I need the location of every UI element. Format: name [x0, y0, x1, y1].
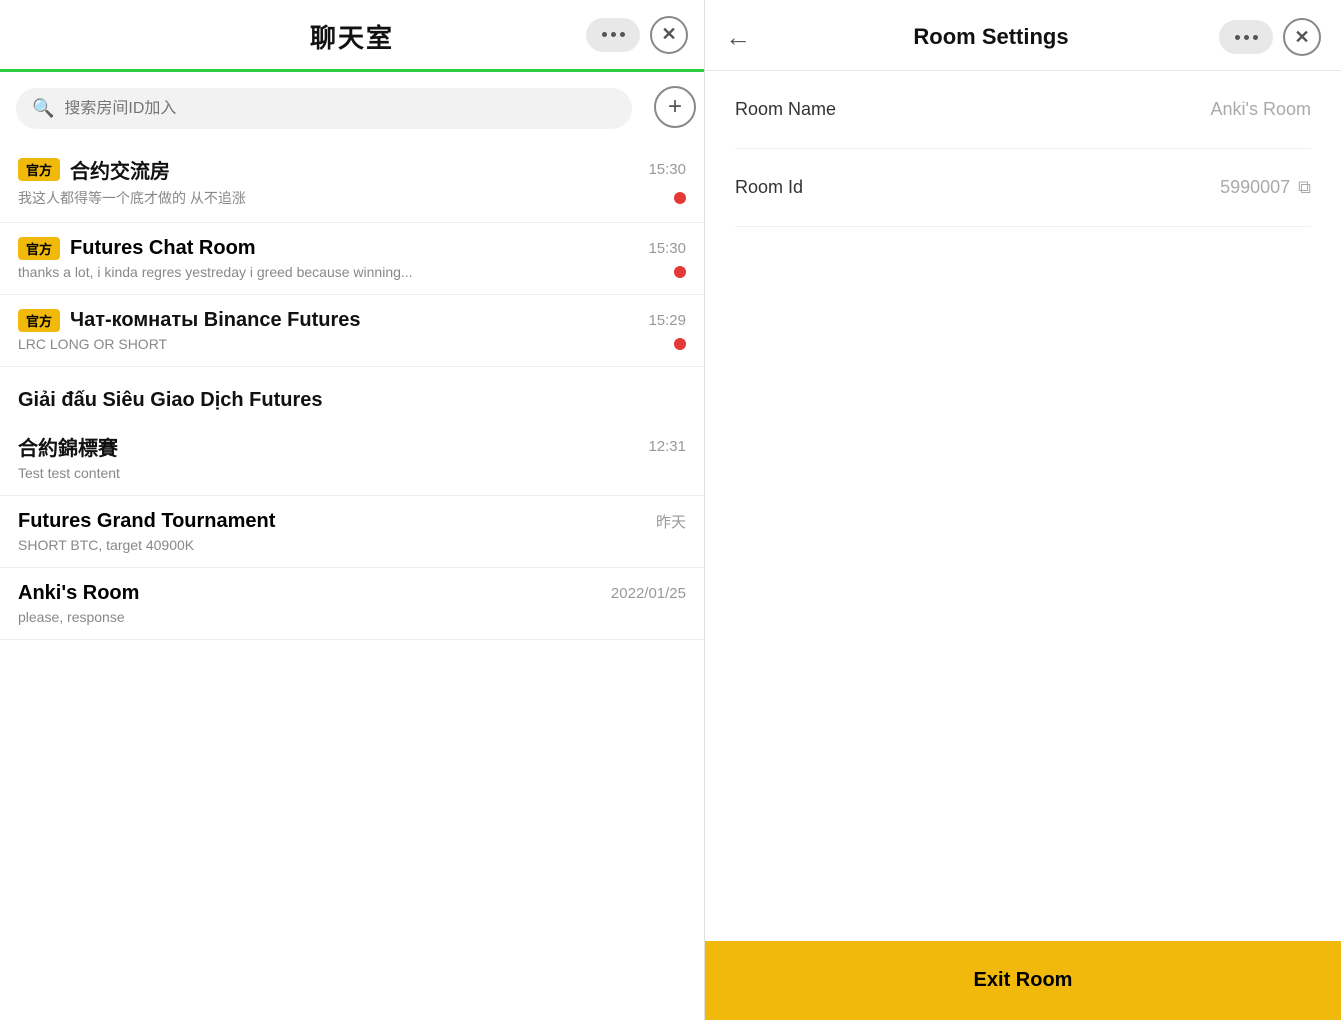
tournament-time-1: 昨天 [656, 511, 686, 532]
tournament-name-2: Anki's Room [18, 582, 139, 605]
room-name-row-1: 官方 Futures Chat Room [18, 237, 256, 260]
search-input[interactable] [64, 100, 616, 118]
tournament-top-row-2: Anki's Room 2022/01/25 [18, 582, 686, 605]
room-name-1: Futures Chat Room [70, 237, 256, 260]
left-panel-title: 聊天室 [310, 18, 394, 55]
left-header-actions: ✕ [586, 16, 688, 54]
dot3 [620, 32, 625, 37]
tournament-room-1[interactable]: Futures Grand Tournament 昨天 SHORT BTC, t… [0, 496, 704, 568]
room-preview-2: LRC LONG OR SHORT [18, 336, 167, 352]
room-top-row-2: 官方 Чат-комнаты Binance Futures 15:29 [18, 309, 686, 332]
room-top-row-1: 官方 Futures Chat Room 15:30 [18, 237, 686, 260]
tournament-bottom-row-0: Test test content [18, 465, 686, 481]
official-badge-2: 官方 [18, 309, 60, 332]
tournament-top-row-1: Futures Grand Tournament 昨天 [18, 510, 686, 533]
search-icon: 🔍 [32, 98, 54, 119]
left-header: 聊天室 ✕ [0, 0, 704, 72]
room-time-0: 15:30 [648, 161, 686, 178]
tournament-room-0[interactable]: 合約錦標賽 12:31 Test test content [0, 418, 704, 496]
room-name-setting: Room Name Anki's Room [735, 71, 1311, 149]
right-close-button[interactable]: ✕ [1283, 18, 1321, 56]
settings-content: Room Name Anki's Room Room Id 5990007 ⧉ [705, 71, 1341, 1020]
unread-dot-0 [674, 192, 686, 204]
search-bar: 🔍 [16, 88, 632, 129]
right-header: ← Room Settings ✕ [705, 0, 1341, 71]
room-item-0[interactable]: 官方 合约交流房 15:30 我这人都得等一个底才做的 从不追涨 [0, 141, 704, 223]
tournament-time-2: 2022/01/25 [611, 585, 686, 602]
rdot2 [1244, 35, 1249, 40]
room-top-row-0: 官方 合约交流房 15:30 [18, 155, 686, 184]
tournament-preview-2: please, response [18, 609, 125, 625]
search-row: 🔍 + [0, 72, 704, 141]
left-menu-button[interactable] [586, 18, 640, 52]
room-bottom-row-0: 我这人都得等一个底才做的 从不追涨 [18, 188, 686, 208]
add-room-button[interactable]: + [654, 86, 696, 128]
room-name-label: Room Name [735, 99, 836, 120]
right-panel-title: Room Settings [763, 24, 1219, 50]
room-id-value: 5990007 [1220, 177, 1290, 198]
room-id-value-group: 5990007 ⧉ [1220, 177, 1311, 198]
copy-icon[interactable]: ⧉ [1298, 177, 1311, 198]
room-id-label: Room Id [735, 177, 803, 198]
room-name-row-0: 官方 合约交流房 [18, 155, 170, 184]
tournament-bottom-row-1: SHORT BTC, target 40900K [18, 537, 686, 553]
room-list: 官方 合约交流房 15:30 我这人都得等一个底才做的 从不追涨 官方 Futu… [0, 141, 704, 1020]
tournament-preview-1: SHORT BTC, target 40900K [18, 537, 194, 553]
tournament-bottom-row-2: please, response [18, 609, 686, 625]
room-id-setting: Room Id 5990007 ⧉ [735, 149, 1311, 227]
room-time-2: 15:29 [648, 312, 686, 329]
room-name-2: Чат-комнаты Binance Futures [70, 309, 360, 332]
tournament-top-row-0: 合約錦標賽 12:31 [18, 432, 686, 461]
section-header: Giải đấu Siêu Giao Dịch Futures [0, 367, 704, 418]
room-preview-1: thanks a lot, i kinda regres yestreday i… [18, 264, 413, 280]
unread-dot-1 [674, 266, 686, 278]
back-button[interactable]: ← [725, 22, 751, 53]
rdot1 [1235, 35, 1240, 40]
left-panel: 聊天室 ✕ 🔍 + 官方 合约交流房 15:30 [0, 0, 705, 1020]
official-badge-0: 官方 [18, 158, 60, 181]
unread-dot-2 [674, 338, 686, 350]
room-name-0: 合约交流房 [70, 155, 170, 184]
right-panel: ← Room Settings ✕ Room Name Anki's Room … [705, 0, 1341, 1020]
tournament-name-0: 合約錦標賽 [18, 432, 118, 461]
dot2 [611, 32, 616, 37]
rdot3 [1253, 35, 1258, 40]
tournament-name-1: Futures Grand Tournament [18, 510, 275, 533]
exit-room-button[interactable]: Exit Room [705, 941, 1341, 1020]
official-badge-1: 官方 [18, 237, 60, 260]
room-bottom-row-2: LRC LONG OR SHORT [18, 336, 686, 352]
room-item-1[interactable]: 官方 Futures Chat Room 15:30 thanks a lot,… [0, 223, 704, 295]
room-name-value: Anki's Room [1211, 99, 1311, 120]
room-name-row-2: 官方 Чат-комнаты Binance Futures [18, 309, 360, 332]
room-time-1: 15:30 [648, 240, 686, 257]
room-preview-0: 我这人都得等一个底才做的 从不追涨 [18, 188, 246, 208]
left-close-button[interactable]: ✕ [650, 16, 688, 54]
tournament-room-2[interactable]: Anki's Room 2022/01/25 please, response [0, 568, 704, 640]
room-bottom-row-1: thanks a lot, i kinda regres yestreday i… [18, 264, 686, 280]
right-header-actions: ✕ [1219, 18, 1321, 56]
dot1 [602, 32, 607, 37]
tournament-preview-0: Test test content [18, 465, 120, 481]
tournament-time-0: 12:31 [648, 438, 686, 455]
section-header-text: Giải đấu Siêu Giao Dịch Futures [18, 389, 323, 411]
room-item-2[interactable]: 官方 Чат-комнаты Binance Futures 15:29 LRC… [0, 295, 704, 367]
right-menu-button[interactable] [1219, 20, 1273, 54]
